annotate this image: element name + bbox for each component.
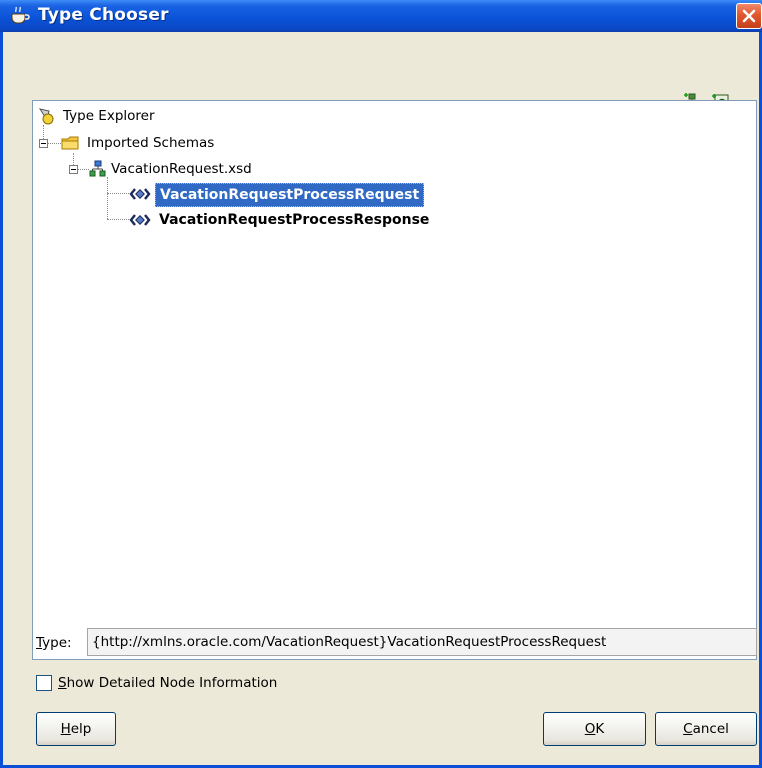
element-icon xyxy=(129,185,151,211)
tree-node-label: Imported Schemas xyxy=(87,135,215,151)
type-label: Type: xyxy=(36,635,72,651)
help-button-label: Help xyxy=(60,721,92,737)
teacup-icon xyxy=(10,6,32,26)
ok-button[interactable]: OK xyxy=(543,712,646,746)
tree-connector xyxy=(43,125,44,139)
tree-connector xyxy=(47,143,61,144)
window-title: Type Chooser xyxy=(38,5,169,25)
ok-button-label: OK xyxy=(584,721,605,737)
type-explorer-icon xyxy=(37,107,57,133)
cancel-button[interactable]: Cancel xyxy=(655,712,757,746)
tree-node-label: Type Explorer xyxy=(63,108,155,124)
schema-icon xyxy=(89,160,107,186)
tree-connector xyxy=(107,193,129,194)
tree-node-label: VacationRequestProcessResponse xyxy=(159,212,430,228)
show-detail-checkbox[interactable] xyxy=(36,675,52,691)
element-icon xyxy=(129,211,151,237)
type-field[interactable]: {http://xmlns.oracle.com/VacationRequest… xyxy=(87,628,757,656)
tree-connector xyxy=(107,177,108,219)
type-explorer-tree[interactable]: Type Explorer Imported Schemas VacationR… xyxy=(32,100,757,660)
tree-connector xyxy=(77,169,89,170)
tree-connector xyxy=(107,219,129,220)
help-button[interactable]: Help xyxy=(36,712,116,746)
show-detail-label[interactable]: Show Detailed Node Information xyxy=(58,672,277,694)
collapse-toggle[interactable] xyxy=(69,165,78,174)
folder-icon xyxy=(61,134,81,160)
close-button[interactable] xyxy=(736,3,762,29)
collapse-toggle[interactable] xyxy=(39,139,48,148)
tree-node-label: VacationRequestProcessRequest xyxy=(155,183,425,207)
cancel-button-label: Cancel xyxy=(683,721,729,737)
tree-node-label: VacationRequest.xsd xyxy=(111,161,252,177)
close-icon xyxy=(742,9,756,23)
title-bar[interactable]: Type Chooser xyxy=(0,0,762,32)
type-chooser-dialog: Type Chooser Type Explorer Imported Sche… xyxy=(0,0,762,768)
